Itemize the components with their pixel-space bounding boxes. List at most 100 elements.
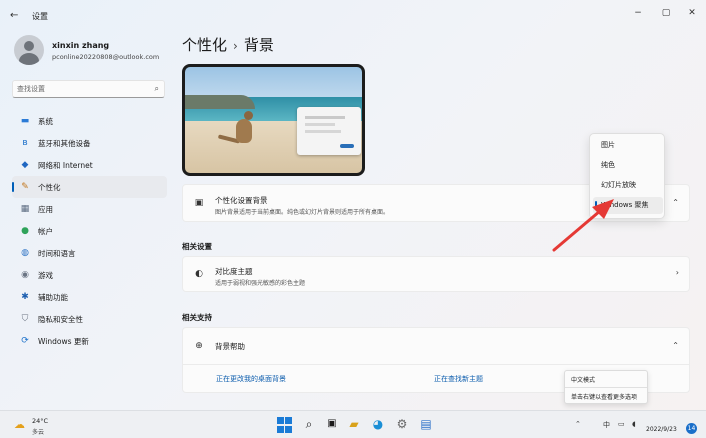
settings-gear-icon[interactable]: ⚙ xyxy=(394,416,410,432)
account-icon: ● xyxy=(21,226,29,236)
search-icon[interactable]: ⌕ xyxy=(301,416,317,432)
shield-icon: ⛉ xyxy=(21,314,29,324)
sidebar-item-label: 应用 xyxy=(38,204,53,214)
tray-chevron-up-icon[interactable]: ⌃ xyxy=(575,420,581,428)
start-tile xyxy=(277,425,284,433)
sidebar-item-time-language[interactable]: ◍ 时间和语言 xyxy=(12,242,167,264)
maximize-icon[interactable]: ▢ xyxy=(656,6,676,20)
start-tile xyxy=(277,417,284,424)
kangaroo-body xyxy=(236,119,252,143)
sidebar-item-apps[interactable]: ▦ 应用 xyxy=(12,198,167,220)
user-email: pconline20220808@outlook.com xyxy=(52,53,160,61)
gamepad-icon: ◉ xyxy=(21,270,29,280)
tooltip-line-hint: 单击右键以查看更多选项 xyxy=(571,394,638,401)
start-tile xyxy=(285,417,292,424)
cloudy-weather-icon[interactable]: ☁ xyxy=(14,418,25,431)
file-explorer-icon[interactable]: ▰ xyxy=(346,416,362,432)
contrast-themes-card[interactable]: ◐ 对比度主题 适用于弱视和强光敏感的彩色主题 › xyxy=(182,256,690,292)
title-bar: ← 设置 − ▢ ✕ xyxy=(0,0,706,30)
breadcrumb-parent[interactable]: 个性化 xyxy=(182,36,227,54)
help-link-change-background[interactable]: 正在更改我的桌面背景 xyxy=(216,374,286,384)
background-help-card[interactable]: ⊕ 背景帮助 ⌃ xyxy=(182,327,690,365)
background-setting-description: 图片背景适用于当前桌面。纯色或幻灯片背景则适用于所有桌面。 xyxy=(215,209,390,216)
sidebar-item-bluetooth[interactable]: ʙ 蓝牙和其他设备 xyxy=(12,132,167,154)
contrast-icon: ◐ xyxy=(195,269,203,279)
task-view-icon[interactable]: ▣ xyxy=(324,416,340,432)
start-tile xyxy=(285,425,292,433)
dropdown-option-solid-color[interactable]: 纯色 xyxy=(593,157,663,174)
back-arrow-icon[interactable]: ← xyxy=(10,9,24,23)
notification-badge[interactable]: 14 xyxy=(686,423,697,434)
brush-icon: ✎ xyxy=(21,182,29,192)
search-input[interactable] xyxy=(17,83,147,95)
app-title: 设置 xyxy=(32,12,48,21)
minimize-icon[interactable]: − xyxy=(628,6,648,20)
chevron-up-icon[interactable]: ⌃ xyxy=(672,198,679,207)
page-title: 背景 xyxy=(243,36,274,54)
breadcrumb-separator-icon: › xyxy=(233,39,238,53)
sidebar-item-label: 网络和 Internet xyxy=(38,160,93,170)
sidebar-item-label: 隐私和安全性 xyxy=(38,314,83,324)
weather-temperature[interactable]: 24°C xyxy=(32,417,48,425)
apps-icon: ▦ xyxy=(20,204,30,214)
tooltip-line-mode: 中文模式 xyxy=(571,377,596,384)
dropdown-option-slideshow[interactable]: 幻灯片放映 xyxy=(593,177,663,194)
update-icon: ⟳ xyxy=(21,336,29,346)
background-setting-title: 个性化设置背景 xyxy=(215,196,268,205)
image-icon: ▣ xyxy=(194,198,204,208)
chevron-up-icon[interactable]: ⌃ xyxy=(672,341,679,350)
sidebar-item-label: Windows 更新 xyxy=(38,336,89,346)
breadcrumb: 个性化 › 背景 xyxy=(182,34,274,55)
sidebar-item-personalization[interactable]: ✎ 个性化 xyxy=(12,176,167,198)
red-arrow-annotation xyxy=(552,199,614,252)
bluetooth-icon: ʙ xyxy=(22,138,28,148)
ime-mode-indicator[interactable]: 中 xyxy=(603,420,610,430)
sidebar-item-accounts[interactable]: ● 帐户 xyxy=(12,220,167,242)
mock-button xyxy=(340,144,354,148)
sidebar-item-gaming[interactable]: ◉ 游戏 xyxy=(12,264,167,286)
related-support-heading: 相关支持 xyxy=(182,313,212,322)
start-windows-icon[interactable] xyxy=(277,417,293,433)
related-settings-heading: 相关设置 xyxy=(182,242,212,251)
globe-icon: ⊕ xyxy=(195,341,203,351)
preview-rocks xyxy=(185,95,255,109)
sidebar-item-network[interactable]: ◆ 网络和 Internet xyxy=(12,154,167,176)
edge-browser-icon[interactable]: ◕ xyxy=(370,416,386,432)
kangaroo-head xyxy=(244,111,253,120)
tooltip-divider xyxy=(565,387,647,388)
accessibility-icon: ✱ xyxy=(21,292,29,302)
sidebar-item-system[interactable]: ▬ 系统 xyxy=(12,110,167,132)
search-box: ⌕ xyxy=(12,80,165,98)
sidebar-item-label: 游戏 xyxy=(38,270,53,280)
sidebar-item-label: 时间和语言 xyxy=(38,248,76,258)
background-preview xyxy=(182,64,365,176)
search-icon[interactable]: ⌕ xyxy=(155,84,159,94)
background-help-title: 背景帮助 xyxy=(215,342,245,351)
network-icon[interactable]: ▭ xyxy=(618,420,625,428)
ime-context-tooltip: 中文模式 单击右键以查看更多选项 xyxy=(564,370,648,404)
close-icon[interactable]: ✕ xyxy=(682,6,702,20)
sidebar-item-label: 个性化 xyxy=(38,182,61,192)
sidebar-nav: ▬ 系统 ʙ 蓝牙和其他设备 ◆ 网络和 Internet ✎ 个性化 ▦ 应用… xyxy=(12,110,167,352)
sidebar-item-accessibility[interactable]: ✱ 辅助功能 xyxy=(12,286,167,308)
sidebar-item-label: 辅助功能 xyxy=(38,292,68,302)
mock-line xyxy=(305,130,341,133)
avatar[interactable] xyxy=(14,35,44,65)
taskbar-date[interactable]: 2022/9/23 xyxy=(646,426,677,433)
sidebar-item-privacy[interactable]: ⛉ 隐私和安全性 xyxy=(12,308,167,330)
store-icon[interactable]: ▤ xyxy=(418,416,434,432)
arrow-shaft xyxy=(552,209,602,252)
contrast-themes-title: 对比度主题 xyxy=(215,267,253,276)
mock-line xyxy=(305,116,345,119)
chevron-right-icon: › xyxy=(675,268,679,277)
help-link-find-themes[interactable]: 正在查找新主题 xyxy=(434,374,483,384)
contrast-themes-description: 适用于弱视和强光敏感的彩色主题 xyxy=(215,280,306,287)
avatar-body xyxy=(19,53,39,65)
volume-icon[interactable]: ◖ xyxy=(632,420,636,428)
sidebar-item-windows-update[interactable]: ⟳ Windows 更新 xyxy=(12,330,167,352)
dropdown-option-picture[interactable]: 图片 xyxy=(593,137,663,154)
globe-icon: ◍ xyxy=(21,248,29,258)
weather-condition[interactable]: 多云 xyxy=(32,427,44,436)
user-name: xinxin zhang xyxy=(52,41,110,50)
avatar-head xyxy=(24,41,34,51)
